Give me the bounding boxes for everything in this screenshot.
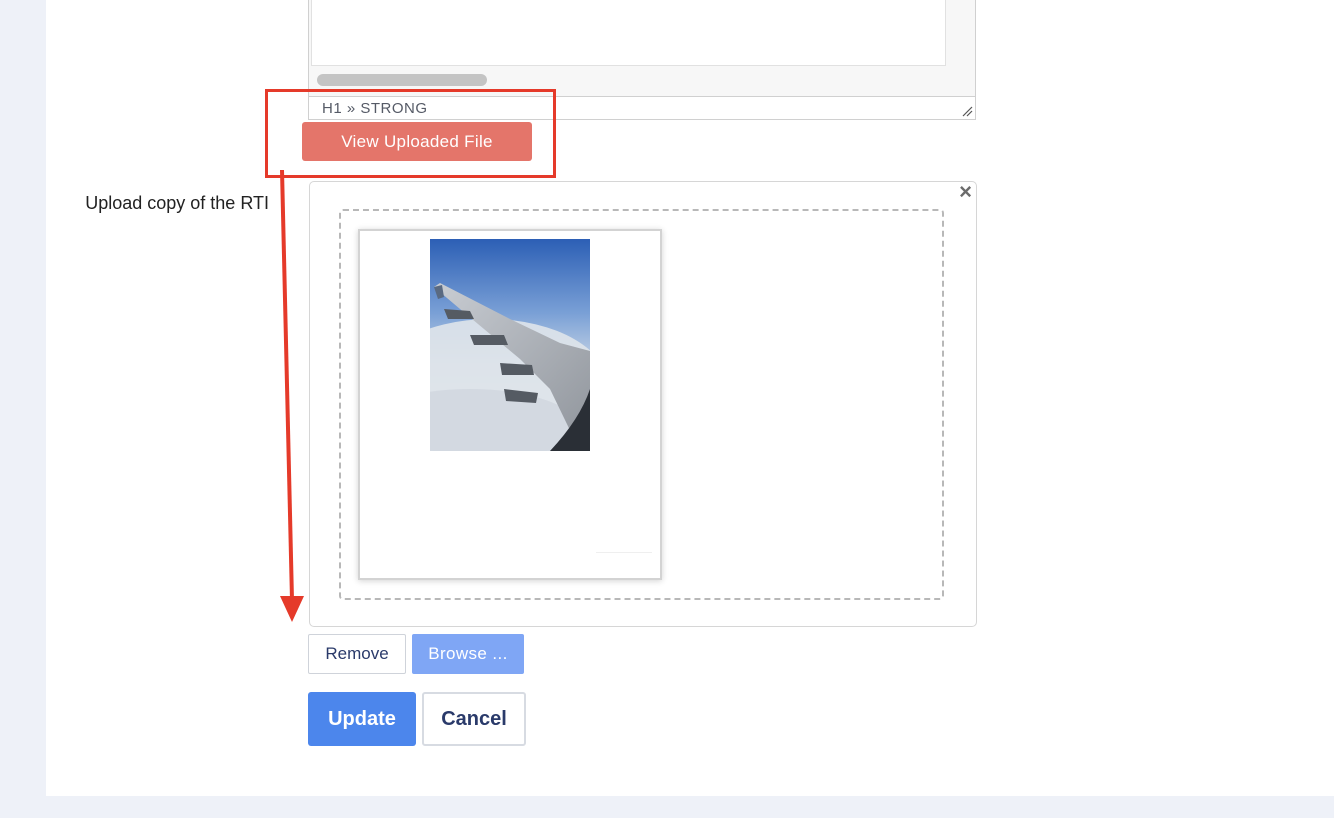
arrow-down-icon bbox=[280, 170, 304, 622]
resize-handle-icon[interactable] bbox=[961, 105, 973, 117]
airplane-wing-photo bbox=[430, 239, 590, 451]
close-icon[interactable]: × bbox=[959, 180, 972, 204]
remove-file-button[interactable]: Remove bbox=[308, 634, 406, 674]
browse-file-button[interactable]: Browse ... bbox=[412, 634, 524, 674]
upload-field-label: Upload copy of the RTI bbox=[85, 193, 269, 213]
file-preview-thumbnail[interactable] bbox=[358, 229, 662, 580]
editor-content-area[interactable] bbox=[311, 0, 946, 66]
file-drop-zone[interactable] bbox=[339, 209, 944, 600]
preview-footer bbox=[596, 552, 652, 553]
cancel-button[interactable]: Cancel bbox=[422, 692, 526, 746]
annotation-highlight-box bbox=[265, 89, 556, 178]
scrollbar-thumb[interactable] bbox=[317, 74, 487, 86]
page-background bbox=[0, 0, 12, 818]
update-button[interactable]: Update bbox=[308, 692, 416, 746]
file-input-widget: × bbox=[309, 180, 977, 627]
